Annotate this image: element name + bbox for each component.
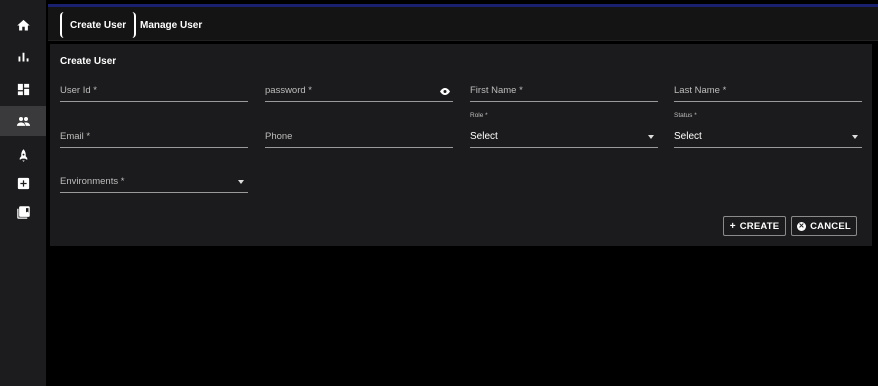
- environments-label: Environments *: [60, 176, 125, 187]
- email-field[interactable]: Email *: [60, 126, 248, 148]
- users-icon: [16, 116, 30, 126]
- user-id-field[interactable]: User Id *: [60, 80, 248, 102]
- tab-label: Create User: [70, 19, 127, 31]
- tab-create-user[interactable]: Create User: [60, 12, 137, 38]
- phone-label: Phone: [265, 131, 293, 142]
- sidebar-item-library[interactable]: [0, 197, 46, 227]
- tab-bar: Create User Manage User: [48, 7, 878, 41]
- password-field[interactable]: password *: [265, 80, 453, 102]
- status-select[interactable]: Status * Select: [674, 112, 862, 148]
- chevron-down-icon: [648, 135, 654, 139]
- sidebar-item-users[interactable]: [0, 106, 46, 136]
- status-value: Select: [674, 131, 702, 142]
- library-icon: [16, 205, 30, 219]
- rocket-icon: [19, 148, 27, 162]
- add-box-icon: [17, 177, 29, 189]
- eye-icon[interactable]: [439, 87, 451, 96]
- plus-icon: +: [729, 220, 736, 232]
- form-title: Create User: [60, 56, 117, 67]
- cancel-button[interactable]: ✕ CANCEL: [791, 216, 857, 236]
- sidebar-item-dashboard[interactable]: [0, 74, 46, 104]
- dashboard-icon: [17, 83, 29, 95]
- create-user-card: Create User User Id * password * First N…: [50, 44, 872, 246]
- chevron-down-icon: [238, 180, 244, 184]
- password-label: password *: [265, 85, 312, 96]
- cancel-label: CANCEL: [810, 220, 851, 232]
- sidebar-item-analytics[interactable]: [0, 41, 46, 71]
- last-name-field[interactable]: Last Name *: [674, 80, 862, 102]
- role-label: Role *: [470, 112, 488, 119]
- sidebar-item-home[interactable]: [0, 10, 46, 40]
- chevron-down-icon: [852, 135, 858, 139]
- user-id-label: User Id *: [60, 85, 97, 96]
- bar-chart-icon: [18, 52, 28, 61]
- cancel-icon: ✕: [797, 221, 807, 231]
- home-icon: [16, 19, 30, 30]
- tab-manage-user[interactable]: Manage User: [140, 12, 202, 38]
- last-name-label: Last Name *: [674, 85, 727, 96]
- role-select[interactable]: Role * Select: [470, 112, 658, 148]
- create-label: CREATE: [739, 220, 780, 232]
- tab-label: Manage User: [140, 19, 203, 31]
- sidebar-item-add[interactable]: [0, 168, 46, 198]
- sidebar: [0, 0, 46, 386]
- phone-field[interactable]: Phone: [265, 126, 453, 148]
- first-name-field[interactable]: First Name *: [470, 80, 658, 102]
- sidebar-item-deployments[interactable]: [0, 140, 46, 170]
- status-label: Status *: [674, 112, 697, 119]
- first-name-label: First Name *: [470, 85, 523, 96]
- environments-select[interactable]: Environments *: [60, 171, 248, 193]
- create-button[interactable]: + CREATE: [723, 216, 786, 236]
- email-label: Email *: [60, 131, 91, 142]
- role-value: Select: [470, 131, 498, 142]
